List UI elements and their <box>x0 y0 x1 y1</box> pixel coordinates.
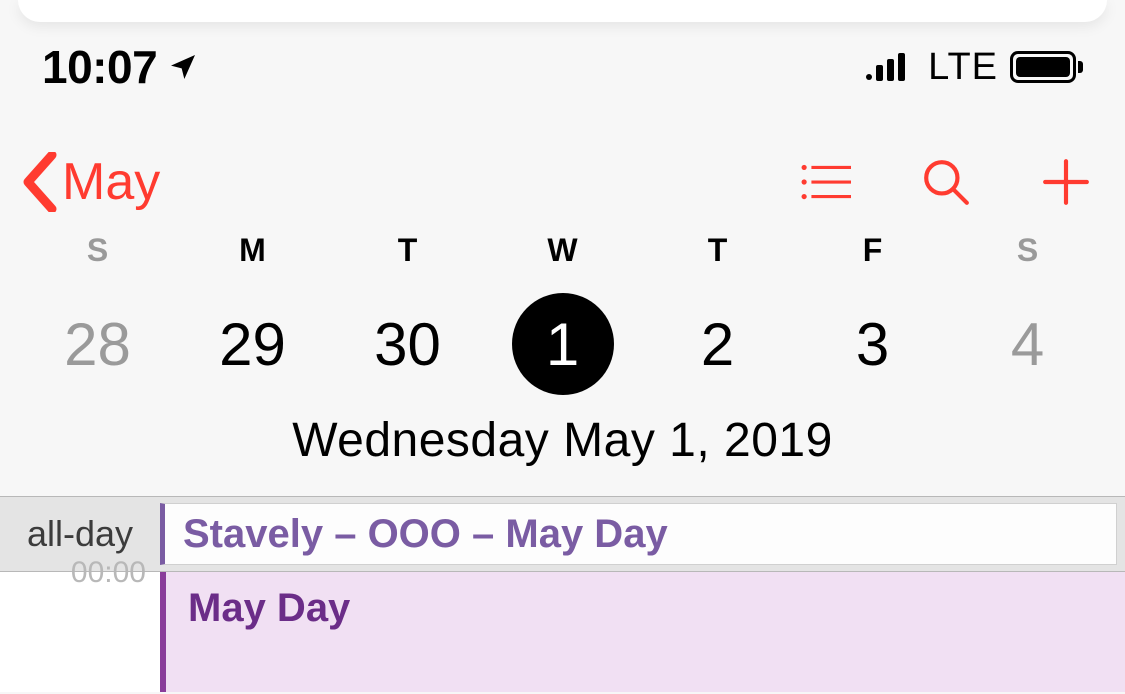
weekday-label: F <box>795 232 950 269</box>
weekday-label: M <box>175 232 330 269</box>
weekday-row: S M T W T F S <box>0 232 1125 269</box>
cellular-signal-icon <box>866 53 916 81</box>
all-day-section: all-day Stavely – OOO – May Day <box>0 496 1125 572</box>
chevron-left-icon <box>22 152 58 212</box>
date-number: 29 <box>202 293 304 395</box>
status-left: 10:07 <box>42 40 199 94</box>
weekday-label: T <box>330 232 485 269</box>
full-date-label: Wednesday May 1, 2019 <box>0 405 1125 496</box>
status-time: 10:07 <box>42 40 157 94</box>
timeline-event[interactable]: May Day <box>160 572 1125 692</box>
date-number: 30 <box>357 293 459 395</box>
top-notch-bar <box>18 0 1107 22</box>
add-button[interactable] <box>1041 157 1091 207</box>
weekday-label: S <box>20 232 175 269</box>
weekday-label: S <box>950 232 1105 269</box>
nav-header: May <box>0 104 1125 232</box>
status-bar: 10:07 LTE <box>0 22 1125 104</box>
timeline-event-title: May Day <box>188 586 350 630</box>
all-day-event[interactable]: Stavely – OOO – May Day <box>160 503 1117 565</box>
date-cell[interactable]: 28 <box>20 293 175 395</box>
location-icon <box>167 40 199 94</box>
list-view-button[interactable] <box>801 157 851 207</box>
weekday-label: W <box>485 232 640 269</box>
date-number: 1 <box>512 293 614 395</box>
date-cell-selected[interactable]: 1 <box>485 293 640 395</box>
network-type: LTE <box>928 46 998 89</box>
battery-icon <box>1010 51 1083 83</box>
search-button[interactable] <box>921 157 971 207</box>
dates-row: 28 29 30 1 2 3 4 <box>0 269 1125 405</box>
search-icon <box>921 157 971 207</box>
date-number: 3 <box>822 293 924 395</box>
date-number: 4 <box>977 293 1079 395</box>
date-cell[interactable]: 4 <box>950 293 1105 395</box>
date-cell[interactable]: 30 <box>330 293 485 395</box>
status-right: LTE <box>866 46 1083 89</box>
list-icon <box>801 157 851 207</box>
weekday-label: T <box>640 232 795 269</box>
time-gutter-label: 00:00 <box>0 556 160 676</box>
back-label: May <box>62 152 160 212</box>
all-day-event-title: Stavely – OOO – May Day <box>183 512 668 557</box>
timeline[interactable]: 00:00 May Day <box>0 572 1125 692</box>
date-number: 28 <box>47 293 149 395</box>
date-number: 2 <box>667 293 769 395</box>
date-cell[interactable]: 29 <box>175 293 330 395</box>
nav-actions <box>801 157 1091 207</box>
date-cell[interactable]: 2 <box>640 293 795 395</box>
date-cell[interactable]: 3 <box>795 293 950 395</box>
plus-icon <box>1041 157 1091 207</box>
back-button[interactable]: May <box>22 152 160 212</box>
